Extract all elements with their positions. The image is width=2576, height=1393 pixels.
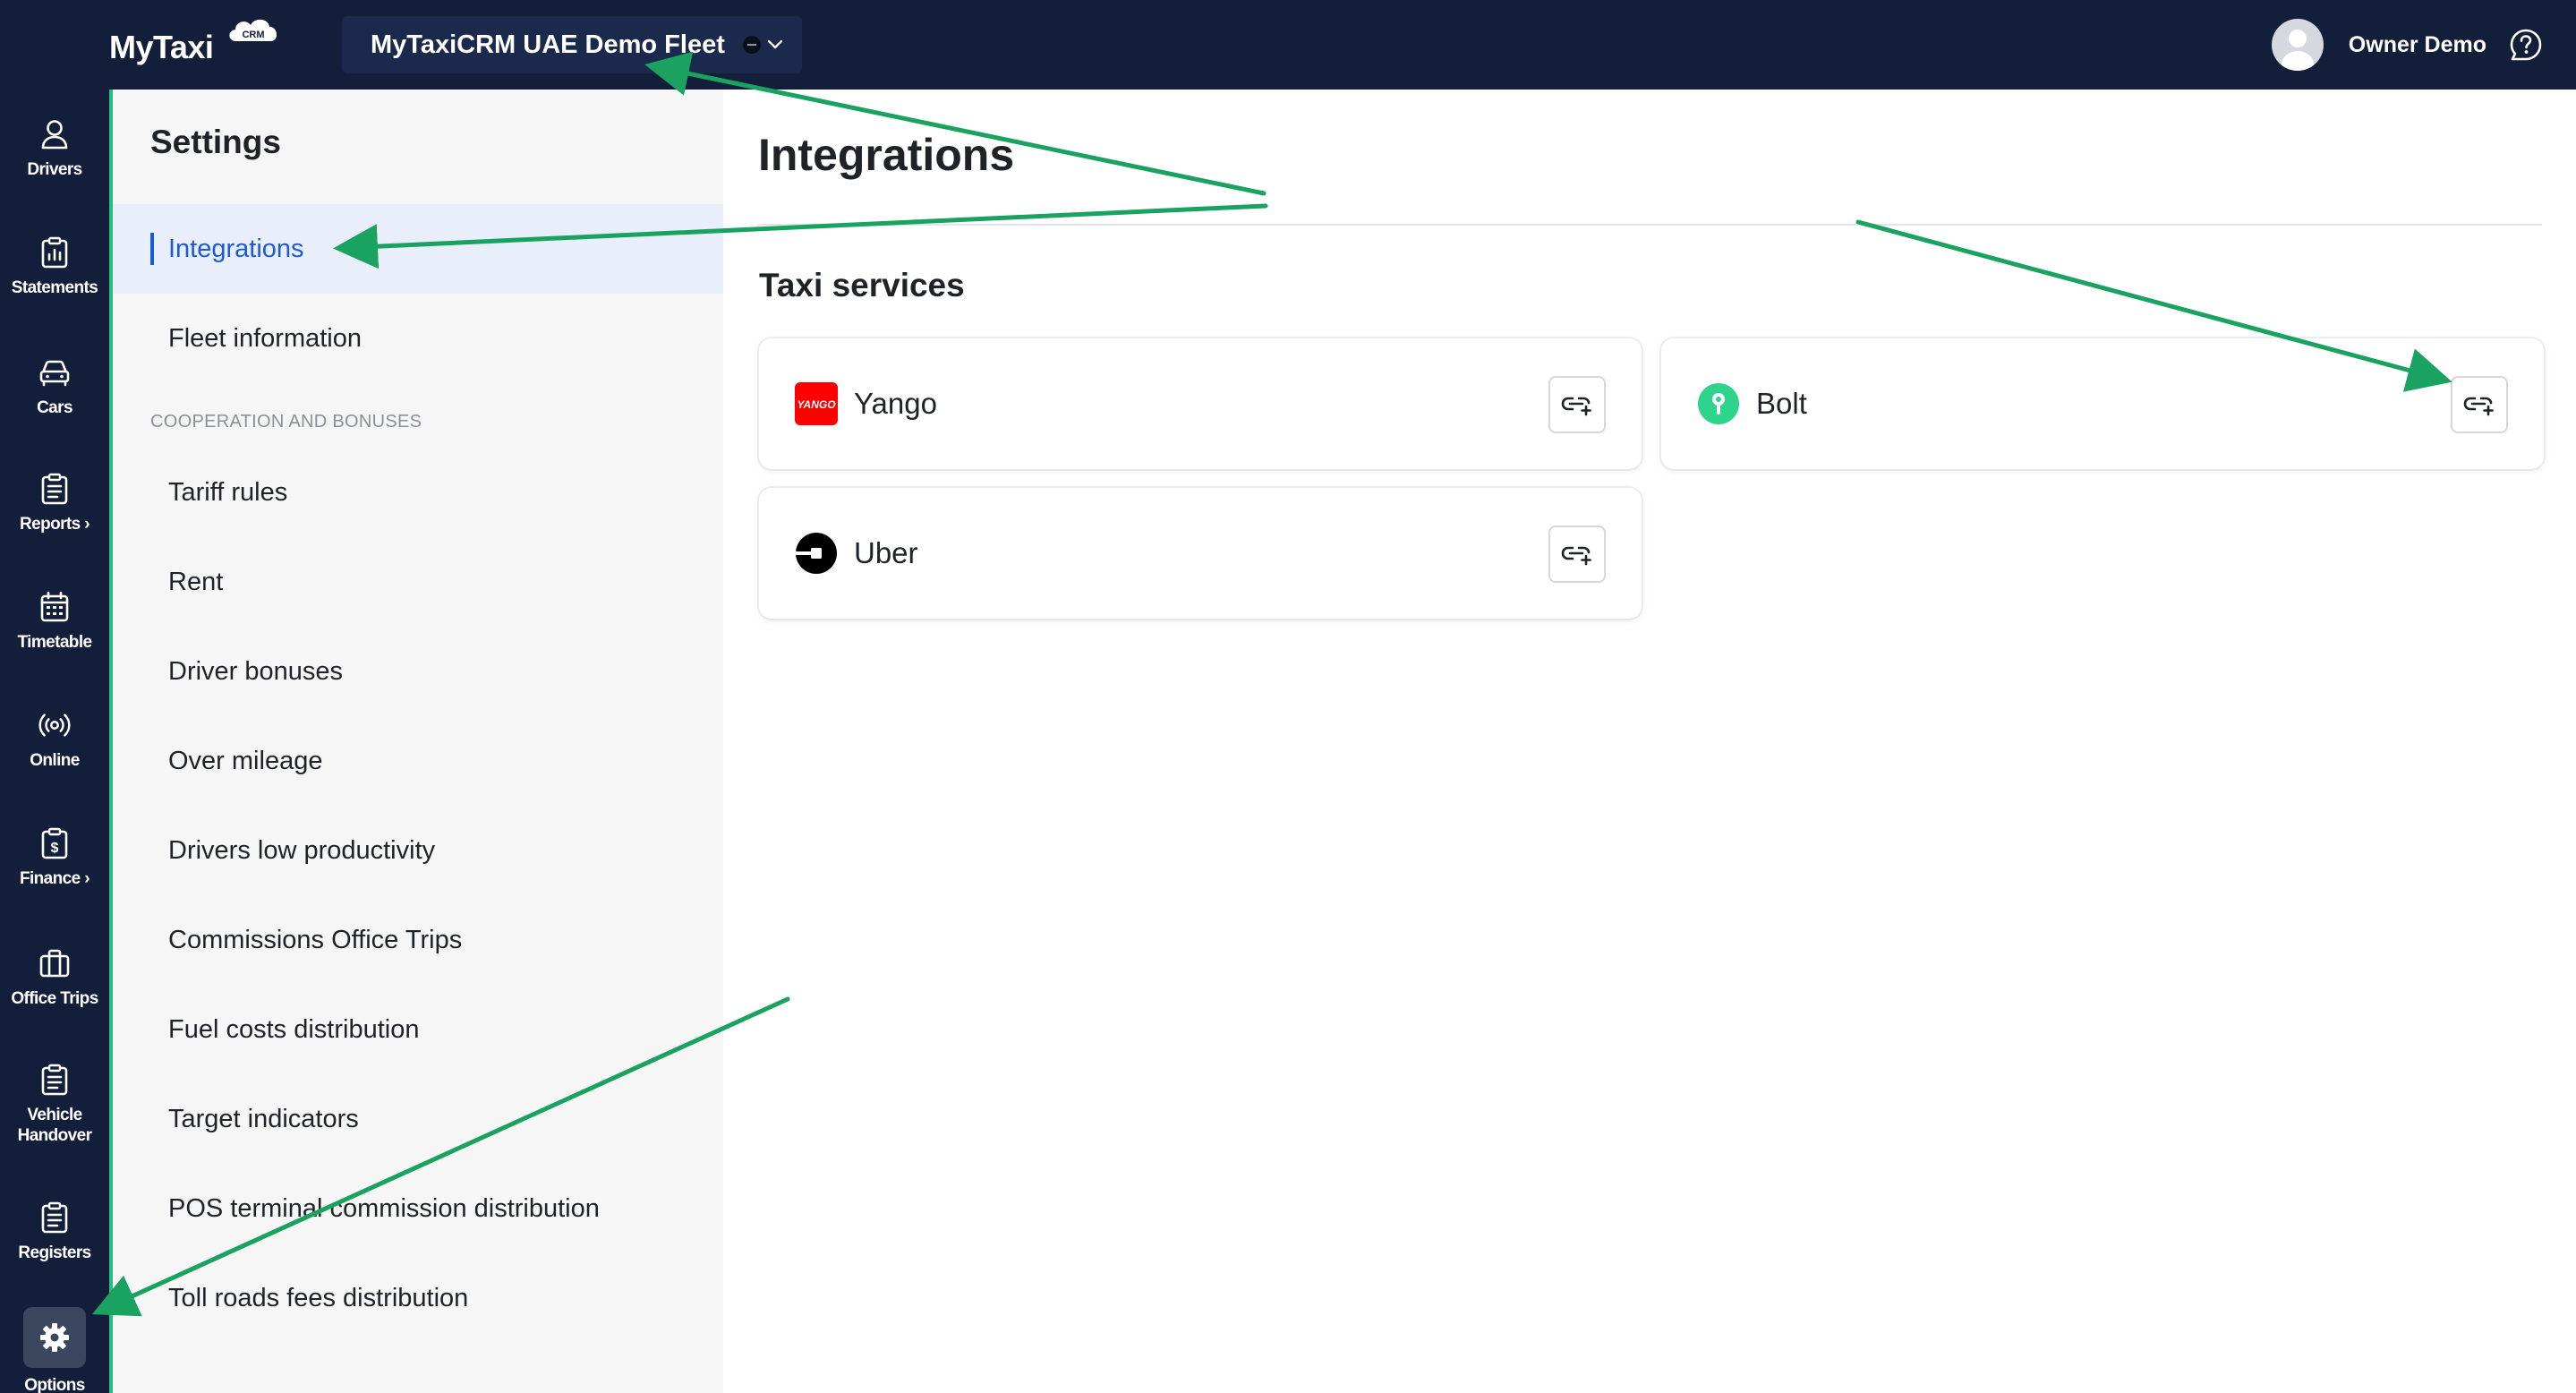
- logo-text: MyTaxi: [109, 29, 214, 65]
- settings-item-label: Integrations: [168, 234, 304, 263]
- nav-label: Cars: [37, 398, 73, 417]
- service-name: Bolt: [1756, 387, 1807, 420]
- nav-office-trips[interactable]: Office Trips: [0, 947, 109, 1009]
- settings-group-heading: COOPERATION AND BONUSES: [150, 412, 422, 432]
- gear-icon: [23, 1307, 86, 1368]
- settings-item-integrations[interactable]: Integrations: [113, 204, 723, 294]
- clipboard-list-icon: [38, 473, 71, 505]
- settings-item-label: Toll roads fees distribution: [168, 1283, 469, 1312]
- chevron-right-icon: ›: [84, 869, 90, 888]
- settings-item-tariff-rules[interactable]: Tariff rules: [113, 448, 723, 537]
- settings-title: Settings: [150, 124, 281, 160]
- settings-item-label: POS terminal commission distribution: [168, 1193, 600, 1223]
- user-name: Owner Demo: [2348, 31, 2486, 57]
- settings-item-label: Drivers low productivity: [168, 835, 436, 865]
- top-bar: MyTaxi CRM MyTaxiCRM UAE Demo Fleet Owne…: [0, 0, 2576, 90]
- nav-options[interactable]: Options: [0, 1307, 109, 1393]
- nav-vehicle-handover[interactable]: Vehicle Handover: [0, 1064, 109, 1146]
- avatar[interactable]: [2271, 19, 2324, 71]
- help-icon[interactable]: [2508, 27, 2544, 63]
- nav-statements[interactable]: Statements: [0, 236, 109, 298]
- title-divider: [758, 224, 2542, 226]
- nav-drivers[interactable]: Drivers: [0, 118, 109, 180]
- car-icon: [38, 356, 71, 389]
- nav-finance[interactable]: $ Finance ›: [0, 827, 109, 889]
- uber-logo-icon: [795, 532, 838, 575]
- link-add-icon: [1561, 397, 1591, 416]
- svg-text:YANGO: YANGO: [797, 398, 836, 411]
- settings-item-fuel-costs-distribution[interactable]: Fuel costs distribution: [113, 985, 723, 1074]
- nav-label: Finance ›: [19, 869, 90, 888]
- nav-label: Options: [24, 1376, 85, 1393]
- settings-sidebar: Settings Integrations Fleet information …: [113, 90, 723, 1393]
- settings-item-label: Target indicators: [168, 1104, 359, 1133]
- settings-item-commissions-office-trips[interactable]: Commissions Office Trips: [113, 895, 723, 985]
- chevron-down-icon: [767, 39, 783, 49]
- fleet-status-icon: [742, 36, 761, 54]
- clipboard-list-icon: [38, 1064, 71, 1096]
- page-title: Integrations: [758, 130, 1015, 180]
- nav-label: Online: [30, 751, 80, 770]
- nav-label: Statements: [11, 278, 98, 297]
- settings-item-target-indicators[interactable]: Target indicators: [113, 1074, 723, 1164]
- nav-label: Registers: [18, 1243, 91, 1262]
- briefcase-icon: [38, 947, 71, 979]
- link-add-icon: [2463, 397, 2494, 416]
- settings-item-driver-bonuses[interactable]: Driver bonuses: [113, 627, 723, 716]
- nav-label: Drivers: [27, 160, 82, 179]
- connect-button-yango[interactable]: [1548, 376, 1606, 433]
- settings-item-drivers-low-productivity[interactable]: Drivers low productivity: [113, 806, 723, 895]
- user-icon: [38, 118, 71, 150]
- fleet-selector[interactable]: MyTaxiCRM UAE Demo Fleet: [342, 16, 802, 73]
- settings-item-toll-roads-fees[interactable]: Toll roads fees distribution: [113, 1253, 723, 1343]
- user-menu[interactable]: Owner Demo: [2271, 18, 2544, 72]
- settings-item-label: Commissions Office Trips: [168, 925, 463, 954]
- chevron-right-icon: ›: [84, 515, 90, 534]
- nav-label: Timetable: [17, 633, 93, 652]
- section-title: Taxi services: [759, 267, 965, 303]
- service-card-yango: YANGO Yango: [759, 338, 1642, 469]
- settings-item-fleet-information[interactable]: Fleet information: [113, 294, 723, 383]
- dollar-clipboard-icon: $: [38, 827, 71, 859]
- yango-logo-icon: YANGO: [795, 382, 838, 425]
- clipboard-list-icon: [38, 1201, 71, 1234]
- connect-button-uber[interactable]: [1548, 526, 1606, 583]
- settings-item-pos-terminal-commission[interactable]: POS terminal commission distribution: [113, 1164, 723, 1253]
- connect-button-bolt[interactable]: [2451, 376, 2508, 433]
- settings-item-label: Rent: [168, 567, 224, 596]
- svg-text:$: $: [51, 841, 59, 856]
- cloud-badge-icon: CRM: [229, 19, 277, 41]
- nav-online[interactable]: Online: [0, 709, 109, 771]
- bolt-logo-icon: [1697, 382, 1740, 425]
- service-card-uber: Uber: [759, 488, 1642, 619]
- nav-label: Office Trips: [11, 989, 98, 1008]
- calendar-icon: [38, 591, 71, 623]
- settings-item-label: Over mileage: [168, 746, 323, 775]
- settings-item-rent[interactable]: Rent: [113, 537, 723, 627]
- service-name: Yango: [854, 387, 937, 420]
- settings-item-label: Fuel costs distribution: [168, 1014, 420, 1044]
- nav-label: Reports ›: [19, 515, 90, 534]
- nav-registers[interactable]: Registers: [0, 1201, 109, 1263]
- service-name: Uber: [854, 536, 918, 569]
- service-card-bolt: Bolt: [1661, 338, 2544, 469]
- fleet-name: MyTaxiCRM UAE Demo Fleet: [371, 30, 725, 59]
- nav-timetable[interactable]: Timetable: [0, 591, 109, 653]
- settings-item-label: Tariff rules: [168, 477, 288, 507]
- broadcast-icon: [38, 709, 71, 741]
- settings-item-label: Fleet information: [168, 323, 362, 353]
- clipboard-icon: [38, 236, 71, 269]
- nav-reports[interactable]: Reports ›: [0, 473, 109, 534]
- nav-cars[interactable]: Cars: [0, 356, 109, 418]
- link-add-icon: [1561, 546, 1591, 566]
- settings-item-label: Driver bonuses: [168, 656, 344, 686]
- logo-badge: CRM: [242, 30, 264, 40]
- settings-item-over-mileage[interactable]: Over mileage: [113, 716, 723, 806]
- nav-label: Vehicle Handover: [17, 1106, 92, 1145]
